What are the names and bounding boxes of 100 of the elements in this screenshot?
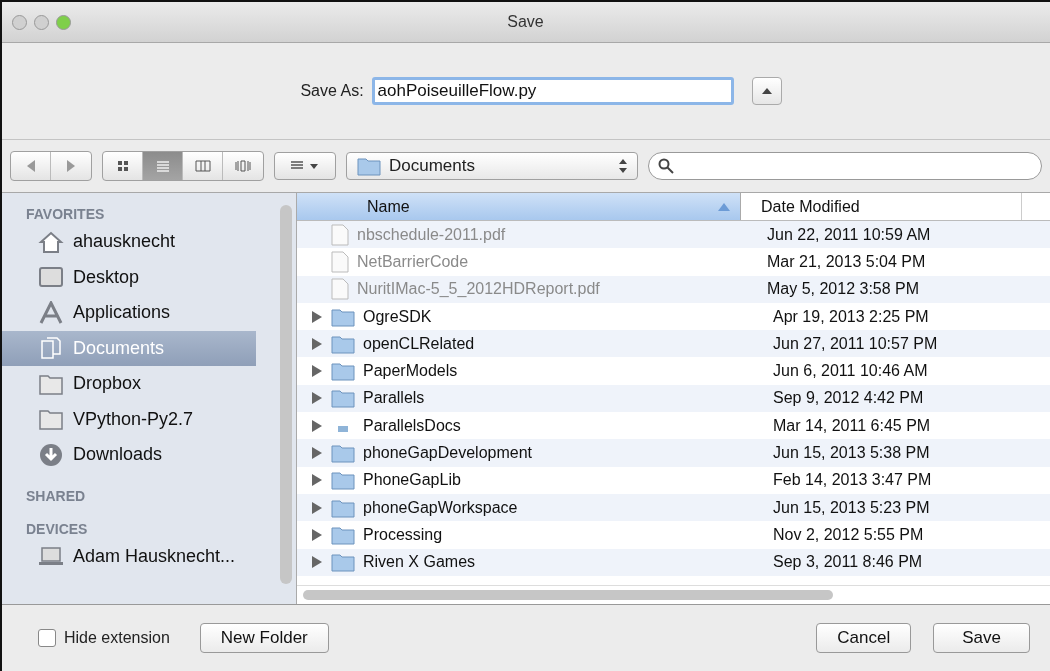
disclosure-triangle-icon[interactable] xyxy=(312,392,322,405)
scrollbar[interactable] xyxy=(303,590,833,600)
file-name: phoneGapDevelopment xyxy=(363,444,533,462)
folder-icon xyxy=(331,524,355,545)
file-name: Parallels xyxy=(363,389,426,408)
desktop-icon xyxy=(38,265,64,290)
columns-icon xyxy=(194,159,211,173)
close-button[interactable] xyxy=(12,14,27,30)
list-icon xyxy=(154,159,171,173)
caret-up-icon xyxy=(761,87,772,95)
folder-icon xyxy=(331,497,355,518)
date-modified: Mar 21, 2013 5:04 PM xyxy=(767,252,926,271)
document-icon xyxy=(331,250,349,273)
date-modified: Mar 14, 2011 6:45 PM xyxy=(773,416,931,435)
file-name: nbschedule-2011.pdf xyxy=(357,225,507,244)
disclosure-triangle-icon[interactable] xyxy=(312,528,322,541)
document-icon xyxy=(331,278,349,301)
save-button[interactable]: Save xyxy=(933,623,1030,653)
date-modified: Nov 2, 2012 5:55 PM xyxy=(773,525,924,544)
documents-icon xyxy=(38,336,64,361)
disclosure-triangle-icon[interactable] xyxy=(312,337,322,350)
sidebar-item[interactable]: Downloads xyxy=(2,437,256,473)
folder-icon xyxy=(338,425,348,432)
date-modified: Apr 19, 2013 2:25 PM xyxy=(773,307,929,326)
back-forward-control[interactable] xyxy=(10,151,92,181)
cancel-button[interactable]: Cancel xyxy=(816,623,912,653)
sidebar-item[interactable]: Applications xyxy=(2,295,256,331)
file-name: Riven X Games xyxy=(363,553,477,572)
file-name: openCLRelated xyxy=(363,334,476,353)
zoom-button[interactable] xyxy=(56,14,71,30)
file-row[interactable]: phoneGapDevelopment Jun 15, 2013 5:38 PM xyxy=(297,439,1050,467)
disclosure-triangle-icon[interactable] xyxy=(312,419,322,432)
sidebar-section-title: DEVICES xyxy=(25,519,89,539)
sidebar-item[interactable]: ahausknecht xyxy=(2,224,256,260)
date-modified: Sep 9, 2012 4:42 PM xyxy=(773,389,924,408)
documents-folder-icon xyxy=(357,156,381,176)
file-name-field[interactable]: aohPoiseuilleFlow.py xyxy=(371,77,734,105)
sidebar-item[interactable]: Dropbox xyxy=(2,366,256,402)
sort-ascending-icon xyxy=(718,202,730,211)
file-name: OgreSDK xyxy=(363,307,433,326)
sidebar-item[interactable]: Adam Hausknecht... xyxy=(2,538,256,574)
file-row[interactable]: openCLRelated Jun 27, 2011 10:57 PM xyxy=(297,330,1050,358)
folder-icon xyxy=(331,470,355,491)
folder-icon xyxy=(331,552,355,573)
stepper-icon xyxy=(619,159,627,173)
search-field[interactable] xyxy=(648,152,1042,180)
date-modified: Feb 14, 2013 3:47 PM xyxy=(773,471,932,490)
folder-icon xyxy=(331,333,355,354)
disclosure-triangle-icon[interactable] xyxy=(312,310,322,323)
document-icon xyxy=(331,223,349,246)
file-row[interactable]: Parallels Sep 9, 2012 4:42 PM xyxy=(297,384,1050,413)
folder-icon xyxy=(331,306,355,327)
folder-icon xyxy=(331,443,355,463)
disclosure-triangle-icon[interactable] xyxy=(312,447,322,459)
disclosure-triangle-icon[interactable] xyxy=(312,474,322,487)
sidebar-item[interactable]: Desktop xyxy=(2,259,256,295)
house-icon xyxy=(38,229,64,254)
date-modified: Jun 22, 2011 10:59 AM xyxy=(767,225,931,244)
window-title: Save xyxy=(506,13,545,31)
arrange-icon xyxy=(290,160,320,172)
date-modified: Jun 15, 2013 5:38 PM xyxy=(773,444,930,462)
file-name: NuritIMac-5_5_2012HDReport.pdf xyxy=(357,280,601,299)
cover-flow-icon xyxy=(235,159,251,173)
scrollbar[interactable] xyxy=(280,205,292,584)
file-name: phoneGapWorkspace xyxy=(363,498,519,517)
date-modified: May 5, 2012 3:58 PM xyxy=(767,280,920,299)
file-row[interactable]: phoneGapWorkspace Jun 15, 2013 5:23 PM xyxy=(297,493,1050,522)
file-name: PhoneGapLib xyxy=(363,471,462,490)
disclosure-triangle-icon[interactable] xyxy=(312,365,322,378)
date-modified: Jun 6, 2011 10:46 AM xyxy=(773,362,928,381)
sidebar-section-title: SHARED xyxy=(25,486,87,506)
column-header[interactable]: Name xyxy=(297,193,741,220)
date-modified: Jun 27, 2011 10:57 PM xyxy=(773,334,938,353)
save-as-label: Save As: xyxy=(300,82,364,100)
new-folder-button[interactable]: New Folder xyxy=(199,623,329,653)
file-name: PaperModels xyxy=(363,362,459,381)
checkbox[interactable] xyxy=(38,629,56,647)
folder-icon xyxy=(331,361,355,382)
sidebar-section-title: FAVORITES xyxy=(25,205,106,224)
minimize-button[interactable] xyxy=(34,14,49,30)
location-popup[interactable]: Documents xyxy=(346,152,638,180)
view-mode-control[interactable] xyxy=(102,151,264,181)
column-header[interactable]: Date Modified xyxy=(741,193,1022,220)
file-name: Processing xyxy=(363,525,444,544)
download-icon xyxy=(38,442,64,467)
checkbox-label: Hide extension xyxy=(64,629,170,647)
arrange-button[interactable] xyxy=(274,152,336,180)
date-modified: Sep 3, 2011 8:46 PM xyxy=(773,553,923,572)
expand-button[interactable] xyxy=(751,77,782,105)
forward-icon xyxy=(66,160,76,172)
file-name: NetBarrierCode xyxy=(357,252,470,271)
sidebar-item[interactable]: VPython-Py2.7 xyxy=(2,401,256,437)
date-modified: Jun 15, 2013 5:23 PM xyxy=(773,498,930,517)
applications-icon xyxy=(38,300,64,325)
folder-icon xyxy=(38,407,64,432)
back-icon xyxy=(25,160,36,172)
file-row[interactable]: Riven X Games Sep 3, 2011 8:46 PM xyxy=(297,548,1050,576)
disclosure-triangle-icon[interactable] xyxy=(312,501,322,514)
disclosure-triangle-icon[interactable] xyxy=(312,556,322,569)
file-name: ParallelsDocs xyxy=(363,416,462,435)
